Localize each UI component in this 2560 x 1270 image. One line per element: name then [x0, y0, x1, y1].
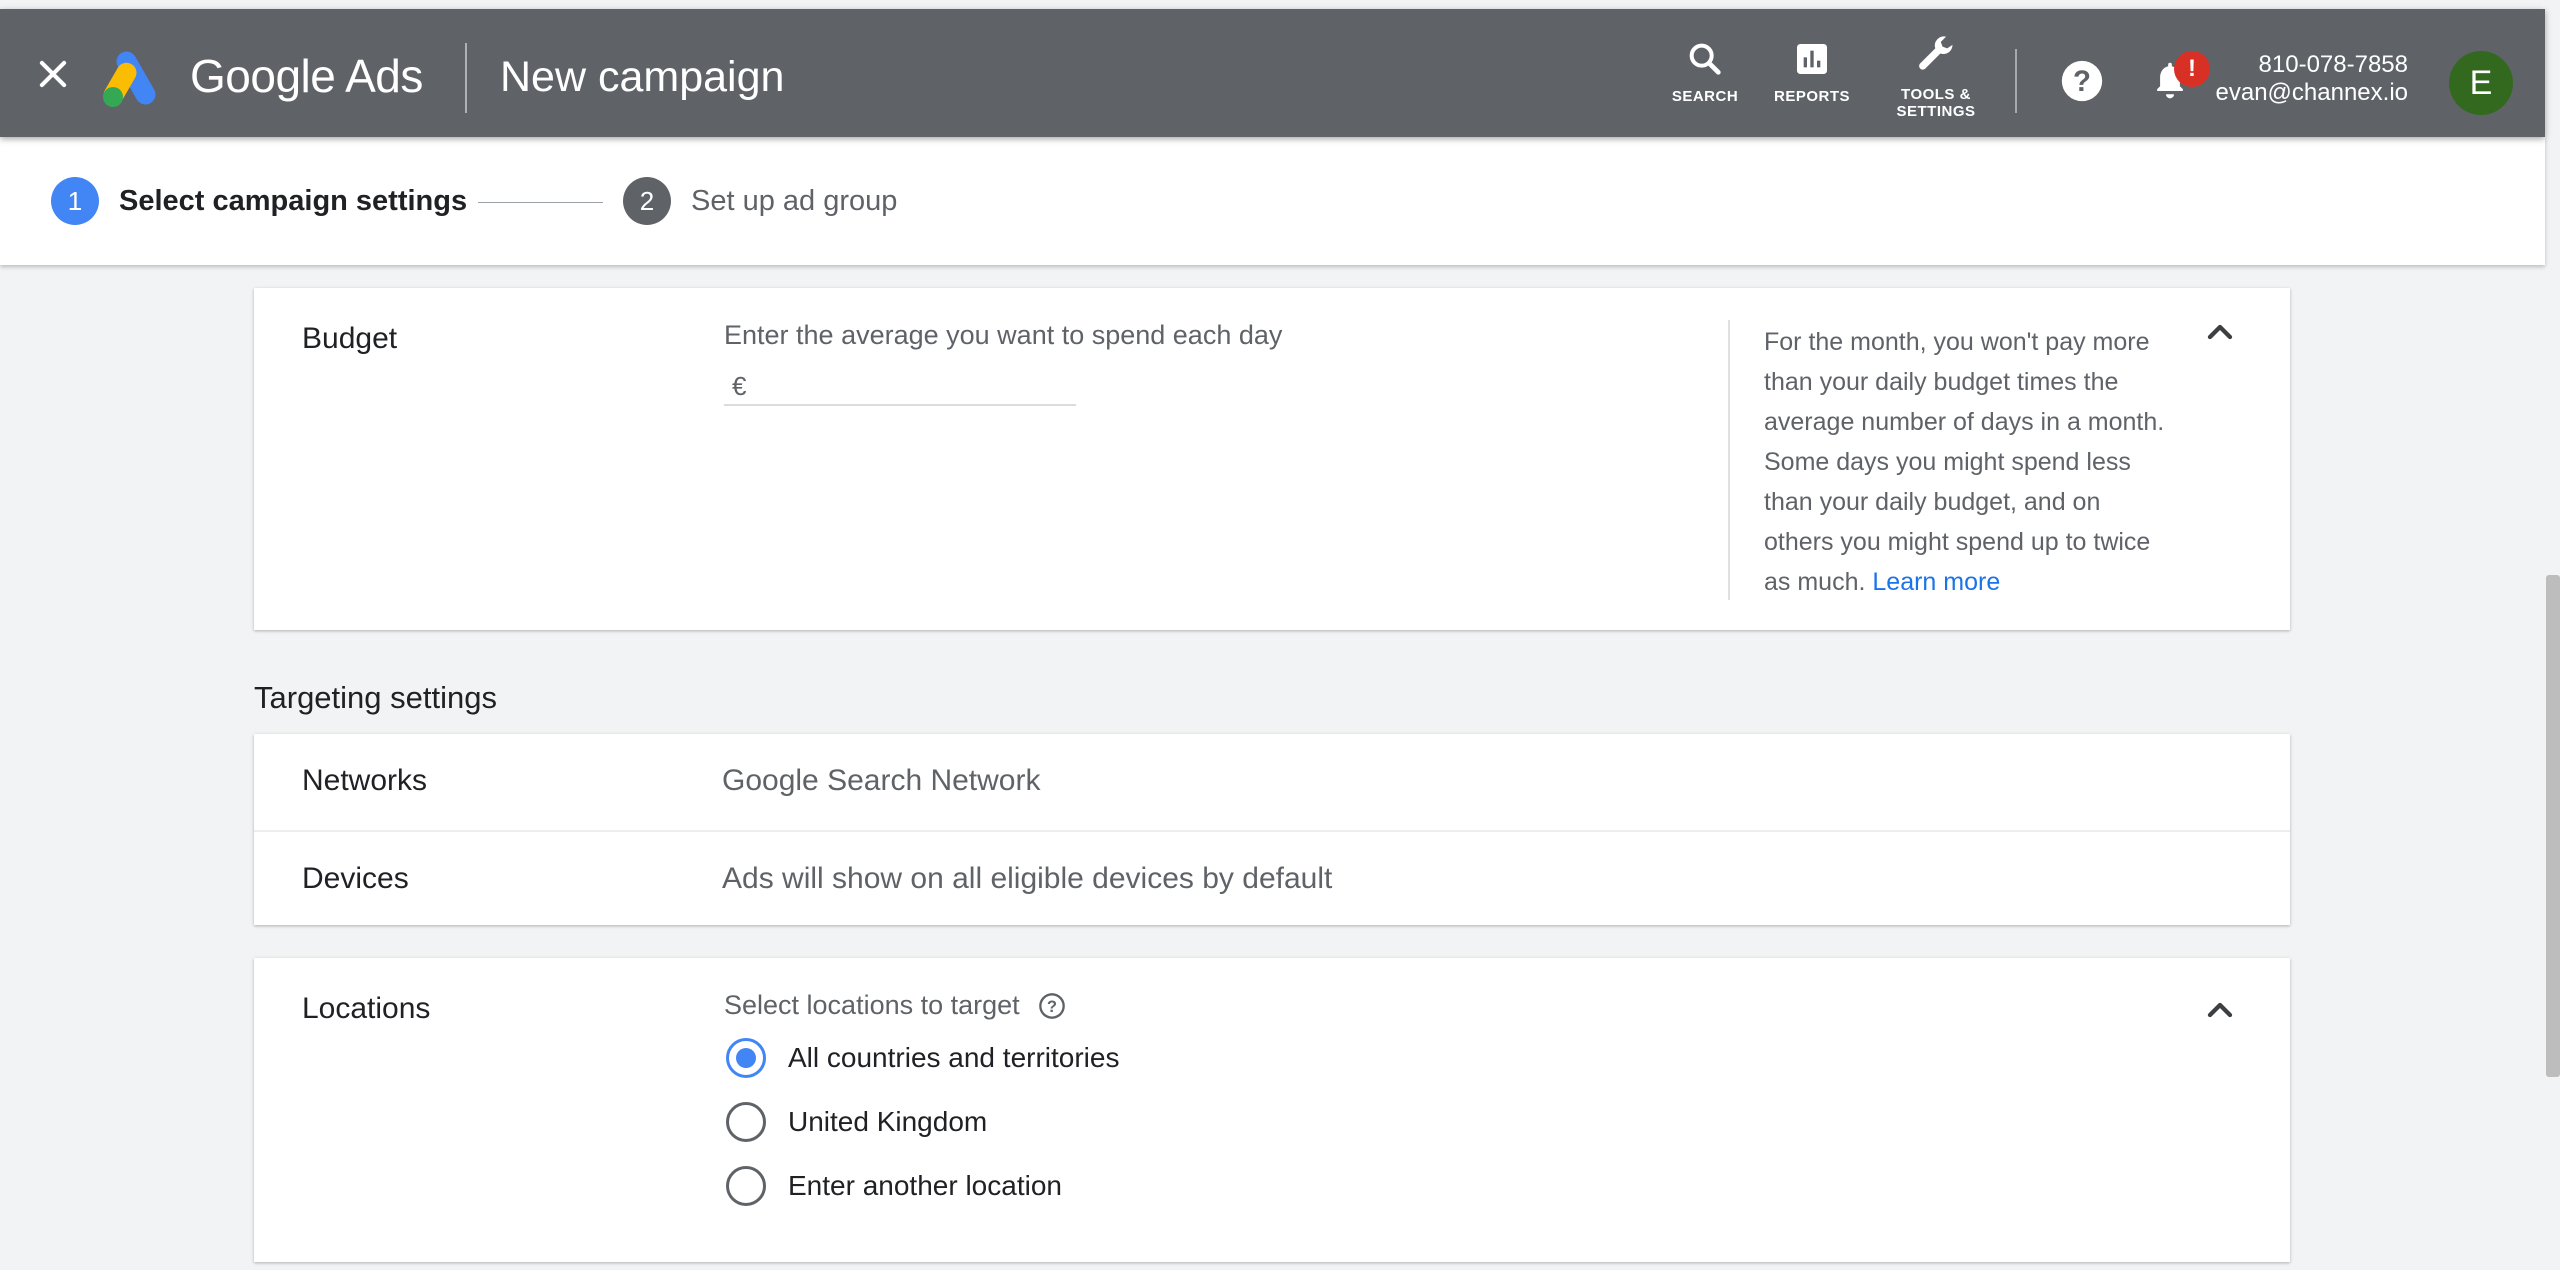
step-label: Set up ad group [691, 184, 898, 217]
locations-label: Locations [302, 992, 431, 1025]
radio-button-checked[interactable] [726, 1038, 766, 1078]
svg-text:?: ? [2073, 65, 2091, 98]
campaign-stepper: 1 Select campaign settings 2 Set up ad g… [0, 137, 2545, 265]
search-icon [1685, 43, 1725, 83]
page-title: New campaign [500, 53, 785, 101]
help-circle-icon[interactable]: ? [1038, 992, 1066, 1020]
budget-field: € [724, 366, 1076, 406]
devices-row[interactable]: Devices Ads will show on all eligible de… [254, 830, 2290, 925]
budget-info: For the month, you won't pay more than y… [1764, 322, 2174, 602]
location-option-other[interactable]: Enter another location [726, 1166, 1062, 1206]
collapse-chevron-up-icon[interactable] [2200, 990, 2240, 1030]
budget-input[interactable] [758, 366, 1074, 404]
brand-name: Google Ads [190, 50, 423, 102]
budget-info-text: For the month, you won't pay more than y… [1764, 328, 2165, 596]
locations-prompt-text: Select locations to target [724, 990, 1020, 1020]
location-option-label: United Kingdom [788, 1106, 988, 1137]
networks-value: Google Search Network [722, 764, 1041, 797]
info-divider [1728, 320, 1730, 600]
notification-badge[interactable]: ! [2174, 51, 2210, 87]
google-ads-logo-icon [100, 47, 168, 109]
search-tool-button[interactable]: SEARCH [1670, 39, 1740, 105]
targeting-settings-title: Targeting settings [254, 680, 497, 715]
step-select-campaign-settings[interactable]: 1 Select campaign settings [51, 177, 467, 225]
location-option-label: All countries and territories [788, 1042, 1120, 1073]
tools-settings-button[interactable]: TOOLS & SETTINGS [1890, 33, 1982, 120]
collapse-chevron-up-icon[interactable] [2200, 312, 2240, 352]
close-icon[interactable] [34, 55, 72, 93]
tools-settings-label-line1: TOOLS & [1901, 86, 1971, 103]
reports-tool-button[interactable]: REPORTS [1772, 39, 1852, 105]
step-label: Select campaign settings [119, 184, 468, 217]
svg-text:?: ? [1047, 997, 1057, 1015]
radio-button[interactable] [726, 1166, 766, 1206]
devices-label: Devices [302, 862, 409, 895]
search-tool-label: SEARCH [1671, 88, 1739, 105]
location-option-label: Enter another location [788, 1170, 1062, 1201]
targeting-card: Networks Google Search Network Devices A… [254, 734, 2290, 925]
locations-prompt: Select locations to target ? [724, 990, 1066, 1021]
locations-card: Locations Select locations to target ? A… [254, 958, 2290, 1262]
step-number: 2 [623, 177, 671, 225]
account-info[interactable]: 810-078-7858 evan@channex.io [2216, 51, 2409, 107]
scrollbar-thumb[interactable] [2546, 575, 2560, 1077]
avatar[interactable]: E [2449, 51, 2513, 115]
account-email: evan@channex.io [2215, 79, 2409, 106]
networks-label: Networks [302, 764, 428, 797]
reports-chart-icon [1792, 44, 1832, 83]
step-connector [478, 202, 603, 203]
account-phone: 810-078-7858 [2258, 51, 2408, 78]
budget-card: Budget Enter the average you want to spe… [254, 288, 2290, 630]
budget-label: Budget [302, 322, 398, 355]
step-set-up-ad-group[interactable]: 2 Set up ad group [623, 177, 897, 225]
location-option-all[interactable]: All countries and territories [726, 1038, 1119, 1078]
devices-value: Ads will show on all eligible devices by… [722, 862, 1333, 895]
learn-more-link[interactable]: Learn more [1872, 568, 2000, 596]
reports-tool-label: REPORTS [1773, 88, 1850, 105]
wrench-icon [1913, 36, 1959, 81]
toolbar-divider [2015, 49, 2017, 113]
google-ads-app: Google Ads New campaign SEARCH REPORTS T… [0, 0, 2560, 1270]
currency-symbol: € [732, 371, 747, 401]
budget-hint: Enter the average you want to spend each… [724, 320, 1283, 350]
location-option-uk[interactable]: United Kingdom [726, 1102, 987, 1142]
top-app-bar: Google Ads New campaign SEARCH REPORTS T… [0, 9, 2545, 137]
step-number: 1 [51, 177, 99, 225]
networks-row[interactable]: Networks Google Search Network [254, 734, 2290, 829]
header-divider [465, 43, 467, 113]
help-icon[interactable]: ? [2060, 59, 2104, 103]
radio-button[interactable] [726, 1102, 766, 1142]
tools-settings-label-line2: SETTINGS [1896, 103, 1976, 120]
